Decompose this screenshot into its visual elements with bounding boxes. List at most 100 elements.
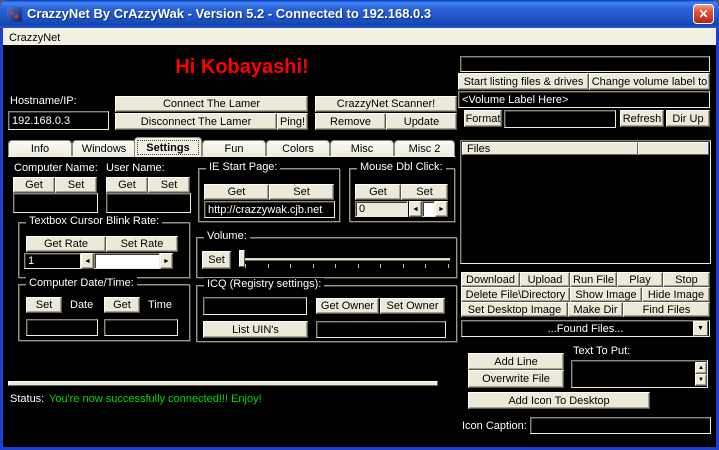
icq-combo[interactable] <box>203 297 307 315</box>
add-icon-to-desktop-button[interactable]: Add Icon To Desktop <box>468 392 650 409</box>
play-button[interactable]: Play <box>617 272 663 287</box>
update-button[interactable]: Update <box>386 113 457 130</box>
files-column-header[interactable]: Files <box>462 142 638 155</box>
user-name-get-button[interactable]: Get <box>106 177 148 193</box>
mouse-scroll-right[interactable]: ► <box>435 201 448 217</box>
datetime-set-button[interactable]: Set <box>26 297 62 313</box>
text-to-put-input[interactable] <box>571 360 708 388</box>
scanner-button[interactable]: CrazzyNet Scanner! <box>315 96 457 112</box>
blink-rate-set-field[interactable] <box>94 253 160 269</box>
close-button[interactable]: ✕ <box>693 4 714 24</box>
close-icon: ✕ <box>698 7 708 21</box>
mouse-dbl-click-field[interactable]: 0 <box>355 201 408 217</box>
text-to-put-scroll-down[interactable]: ▼ <box>695 374 707 386</box>
right-arrow-icon: ► <box>163 258 170 265</box>
up-arrow-icon: ▲ <box>698 365 704 371</box>
start-listing-button[interactable]: Start listing files & drives <box>458 73 589 90</box>
tab-windows[interactable]: Windows <box>72 140 136 157</box>
upload-button[interactable]: Upload <box>520 272 570 287</box>
set-rate-button[interactable]: Set Rate <box>106 236 178 252</box>
status-label: Status: <box>10 393 44 405</box>
change-volume-label-button[interactable]: Change volume label to <box>589 73 710 90</box>
app-window: CrazzyNet By CrAzzyWak - Version 5.2 - C… <box>0 0 719 450</box>
tab-fun[interactable]: Fun <box>202 140 266 157</box>
ping-button[interactable]: Ping! <box>277 113 308 130</box>
blink-rate-scroll-right[interactable]: ► <box>160 253 173 269</box>
icon-caption-input[interactable] <box>530 417 711 434</box>
hostname-label: Hostname/IP: <box>10 95 77 107</box>
computer-name-set-button[interactable]: Set <box>55 177 97 193</box>
found-files-combo-arrow-icon[interactable]: ▼ <box>693 321 708 336</box>
hostname-input[interactable]: 192.168.0.3 <box>8 111 109 130</box>
volume-slider-track[interactable] <box>244 258 450 260</box>
tab-misc2[interactable]: Misc 2 <box>394 140 455 157</box>
ie-start-page-group-label: IE Start Page: <box>206 161 280 173</box>
delete-file-button[interactable]: Delete File\Directory <box>461 287 570 302</box>
volume-label-input[interactable]: <Volume Label Here> <box>458 91 710 108</box>
set-desktop-image-button[interactable]: Set Desktop Image <box>461 302 568 317</box>
tab-misc[interactable]: Misc <box>330 140 394 157</box>
mouse-scroll-thumb[interactable] <box>422 201 435 217</box>
files-column-header-2[interactable] <box>638 142 709 155</box>
down-arrow-icon: ▼ <box>698 377 704 383</box>
app-icon <box>7 7 22 22</box>
remove-button[interactable]: Remove <box>315 113 386 130</box>
hide-image-button[interactable]: Hide Image <box>642 287 710 302</box>
text-to-put-scroll-up[interactable]: ▲ <box>695 362 707 374</box>
user-name-set-button[interactable]: Set <box>148 177 190 193</box>
add-line-button[interactable]: Add Line <box>468 353 564 370</box>
list-uins-button[interactable]: List UIN's <box>203 321 308 338</box>
blink-rate-scroll-left[interactable]: ◄ <box>81 253 94 269</box>
tab-settings[interactable]: Settings <box>134 137 202 157</box>
ie-get-button[interactable]: Get <box>204 184 269 200</box>
mouse-set-button[interactable]: Set <box>401 184 448 200</box>
date-label: Date <box>70 299 93 311</box>
time-field[interactable] <box>104 319 178 336</box>
found-files-combo[interactable]: ...Found Files... <box>461 320 710 337</box>
tab-colors[interactable]: Colors <box>266 140 330 157</box>
volume-group-label: Volume: <box>204 230 250 242</box>
tab-strip-divider <box>8 156 455 157</box>
icq-owner-field[interactable] <box>316 321 446 338</box>
datetime-group-label: Computer Date/Time: <box>26 277 137 289</box>
left-arrow-icon: ◄ <box>412 206 419 213</box>
format-combo[interactable] <box>504 110 616 128</box>
date-field[interactable] <box>26 319 98 336</box>
computer-name-get-button[interactable]: Get <box>13 177 55 193</box>
format-button[interactable]: Format <box>464 110 502 127</box>
status-message: You're now successfully connected!!! Enj… <box>49 393 262 405</box>
mouse-scroll-left[interactable]: ◄ <box>409 201 422 217</box>
make-dir-button[interactable]: Make Dir <box>568 302 623 317</box>
title-bar[interactable]: CrazzyNet By CrAzzyWak - Version 5.2 - C… <box>0 0 719 28</box>
run-file-button[interactable]: Run File <box>570 272 617 287</box>
ie-set-button[interactable]: Set <box>269 184 334 200</box>
refresh-button[interactable]: Refresh <box>620 110 664 127</box>
download-button[interactable]: Download <box>461 272 520 287</box>
ie-url-field[interactable]: http://crazzywak.cjb.net <box>204 201 335 218</box>
greeting-text: Hi Kobayashi! <box>121 56 363 79</box>
set-owner-button[interactable]: Set Owner <box>380 298 445 314</box>
connect-button[interactable]: Connect The Lamer <box>115 96 308 112</box>
show-image-button[interactable]: Show Image <box>570 287 642 302</box>
overwrite-file-button[interactable]: Overwrite File <box>468 370 564 388</box>
tab-info[interactable]: Info <box>8 140 72 157</box>
icon-caption-label: Icon Caption: <box>462 420 527 432</box>
computer-name-field[interactable] <box>13 193 98 213</box>
volume-set-button[interactable]: Set <box>202 251 231 269</box>
computer-name-label: Computer Name: <box>14 162 98 174</box>
menu-bar: CrazzyNet <box>3 28 716 45</box>
datetime-get-button[interactable]: Get <box>104 297 140 313</box>
blink-rate-group-label: Textbox Cursor Blink Rate: <box>26 215 162 227</box>
disconnect-button[interactable]: Disconnect The Lamer <box>115 113 277 130</box>
stop-button[interactable]: Stop <box>663 272 710 287</box>
dirup-button[interactable]: Dir Up <box>666 110 710 127</box>
current-path-field[interactable] <box>460 56 710 72</box>
get-rate-button[interactable]: Get Rate <box>26 236 106 252</box>
mouse-get-button[interactable]: Get <box>355 184 401 200</box>
find-files-button[interactable]: Find Files <box>623 302 710 317</box>
blink-rate-value-field[interactable]: 1 <box>24 253 81 269</box>
user-name-field[interactable] <box>106 193 191 213</box>
get-owner-button[interactable]: Get Owner <box>316 298 379 314</box>
user-name-label: User Name: <box>106 162 165 174</box>
files-listview[interactable] <box>460 140 711 264</box>
